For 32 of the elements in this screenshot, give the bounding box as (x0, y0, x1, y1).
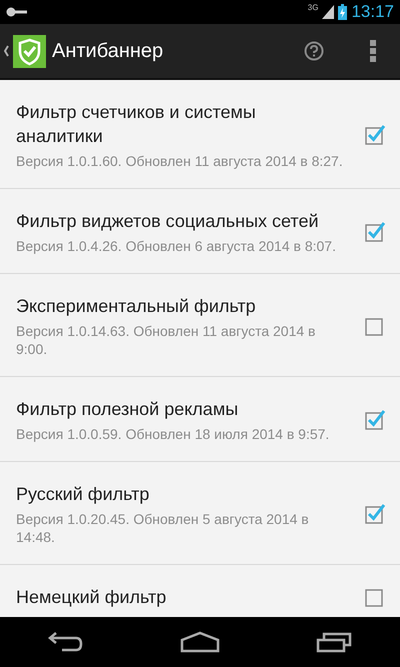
overflow-menu-icon[interactable] (370, 40, 376, 62)
back-icon[interactable] (48, 631, 84, 653)
filter-version: Версия 1.0.20.45. Обновлен 5 августа 2014 в 14:48. (16, 510, 310, 546)
filter-row[interactable]: Экспериментальный фильтр Версия 1.0.14.63. Обновлен 11 августа 2014 в 9:00. (0, 274, 400, 377)
clock: 13:17 (351, 2, 394, 22)
filter-version: Версия 1.0.4.26. Обновлен 6 августа 2014 в 8:07. (16, 237, 337, 255)
filter-title: Экспериментальный фильтр (16, 295, 257, 318)
filter-row[interactable]: Русский фильтр Версия 1.0.20.45. Обновлен 5 августа 2014 в 14:48. (0, 462, 400, 565)
filter-title: Русский фильтр (16, 483, 150, 506)
checkbox[interactable] (364, 503, 386, 525)
checkbox[interactable] (364, 221, 386, 243)
key-icon (6, 7, 28, 17)
home-icon[interactable] (180, 631, 220, 653)
filter-title: Фильтр счетчиков и системы аналитики (16, 101, 257, 148)
app-logo-icon[interactable] (4, 34, 46, 68)
recent-apps-icon[interactable] (316, 631, 352, 653)
filter-row[interactable]: Фильтр счетчиков и системы аналитики Версия 1.0.1.60. Обновлен 11 августа 2014 в 8:27. (0, 80, 400, 189)
filter-title: Фильтр виджетов социальных сетей (16, 210, 320, 233)
help-icon[interactable] (304, 41, 324, 61)
filter-version: Версия 1.0.14.63. Обновлен 11 августа 2014 в 9:00. (16, 322, 316, 358)
battery-icon (338, 4, 348, 20)
filter-title: Фильтр полезной рекламы (16, 398, 240, 421)
screen-title: Антибаннер (52, 40, 164, 62)
network-type: 3G (308, 3, 318, 12)
checkbox[interactable] (364, 409, 386, 431)
checkbox[interactable] (364, 124, 386, 146)
filter-row[interactable]: Фильтр полезной рекламы Версия 1.0.0.59. Обновлен 18 июля 2014 в 9:57. (0, 377, 400, 462)
signal-icon (322, 5, 334, 19)
filter-version: Версия 1.0.0.59. Обновлен 18 июля 2014 в 9:57. (16, 425, 330, 443)
filter-title: Немецкий фильтр (16, 586, 168, 609)
filter-row[interactable]: Фильтр виджетов социальных сетей Версия 1.0.4.26. Обновлен 6 августа 2014 в 8:07. (0, 189, 400, 274)
filter-version: Версия 1.0.1.60. Обновлен 11 августа 2014 в 8:27. (16, 152, 344, 170)
